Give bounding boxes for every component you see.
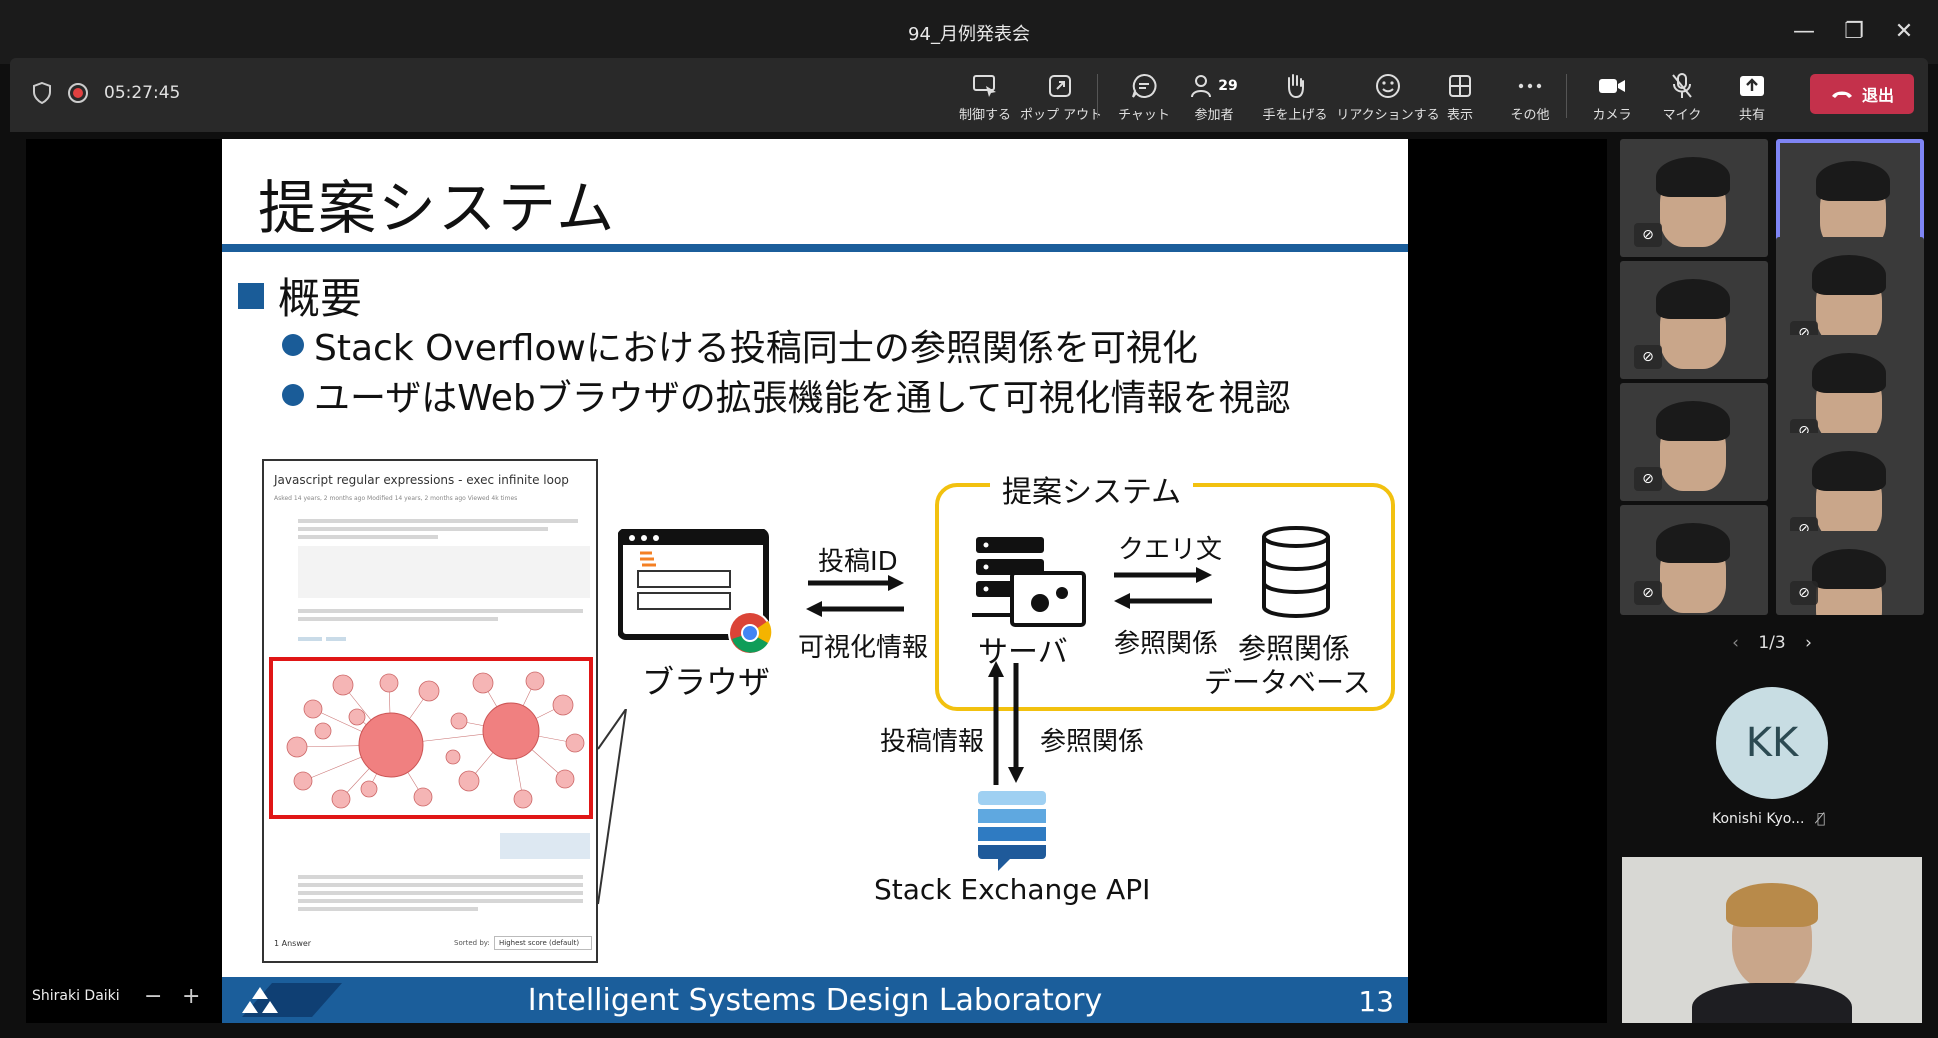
share-button[interactable]: 共有 [1712,70,1792,123]
people-icon [1191,75,1212,98]
grid-icon [1449,75,1471,97]
zoom-in-button[interactable]: + [182,984,200,1009]
participant-video[interactable]: ⊘ [1620,505,1768,615]
api-label: Stack Exchange API [874,873,1151,906]
reference-graph [286,671,585,809]
mic-off-icon [1672,73,1692,98]
chat-icon [1132,73,1157,98]
pop-out-icon [1049,75,1071,97]
close-button[interactable]: ✕ [1886,14,1922,50]
smiley-icon [1376,74,1400,98]
bullet-item: ユーザはWebブラウザの拡張機能を通して可視化情報を視認 [282,369,1291,421]
recording-icon [68,83,88,103]
participant-video[interactable]: ⊘ [1620,383,1768,501]
participant-video[interactable]: ⊘ [1620,139,1768,257]
pager-text: 1/3 [1758,633,1786,653]
participants-button[interactable]: 29 参加者 [1174,70,1254,123]
participant-pager: ‹ 1/3 › [1620,633,1924,653]
chevron-left-icon[interactable]: ‹ [1732,633,1739,653]
database-icon [1262,526,1330,618]
bidirectional-arrows [806,575,904,617]
slide-title: 提案システム [258,174,617,242]
participant-strip: ⊘ ⊘ ⊘ ⊘ ⊘ ⊘ ⊘ ⊘ ‹ 1/3 › KK Konishi Kyo..… [1620,139,1924,1023]
camera-icon [1599,79,1625,93]
browser-label: ブラウザ [642,663,771,701]
callout-wedge [598,709,627,905]
question-title: Javascript regular expressions - exec in… [274,473,569,487]
take-control-button[interactable]: 制御する [945,70,1025,123]
zoom-out-button[interactable]: − [144,984,162,1009]
title-bar: 94_月例発表会 — ❐ ✕ [0,0,1938,64]
raise-hand-button[interactable]: 手を上げる [1255,70,1335,123]
pop-out-button[interactable]: ポップ アウト [1020,70,1102,123]
round-bullet-icon [282,334,304,356]
title-underline [222,244,1408,252]
more-button[interactable]: その他 [1490,70,1570,123]
minimize-button[interactable]: — [1786,14,1822,50]
shared-slide: 提案システム 概要 Stack Overflowにおける投稿同士の参照関係を可視… [222,139,1408,1023]
participant-video[interactable]: ⊘ [1776,531,1924,615]
mic-off-icon: ⊘ [1790,581,1818,605]
post-info-label: 投稿情報 [880,727,985,757]
mic-off-icon: 🎙̸ [1816,811,1826,827]
question-meta: Asked 14 years, 2 months ago Modified 14… [274,495,518,502]
sort-label: Sorted by: [454,939,490,947]
presenter-name: Shiraki Daiki [32,988,120,1004]
post-id-label: 投稿ID [818,547,898,577]
answers-count: 1 Answer [274,939,312,948]
camera-button[interactable]: カメラ [1572,70,1652,123]
slide-heading: 概要 [238,265,362,326]
relation-back-label: 参照関係 [1114,629,1219,659]
window-title: 94_月例発表会 [908,24,1030,45]
reference-graph-highlight [269,657,593,819]
query-arrows [1114,567,1212,609]
avatar-name: Konishi Kyo... 🎙̸ [1712,811,1826,827]
meeting-timer: 05:27:45 [104,83,181,103]
relation-api-label: 参照関係 [1040,727,1145,757]
vis-info-label: 可視化情報 [798,633,929,663]
api-arrows [988,661,1024,785]
meeting-toolbar: 05:27:45 制御する ポップ アウト チャット 29 参加者 手を上げる … [10,58,1928,132]
code-block [298,546,590,598]
participants-count: 29 [1218,78,1238,94]
slide-footer: Intelligent Systems Design Laboratory 13 [222,977,1408,1023]
footer-lab-name: Intelligent Systems Design Laboratory [527,983,1103,1018]
stackoverflow-screenshot: Javascript regular expressions - exec in… [262,459,598,963]
square-bullet-icon [238,282,264,309]
mic-off-icon: ⊘ [1634,223,1662,247]
stack-exchange-icon [978,791,1046,871]
leave-button[interactable]: 退出 [1810,74,1914,114]
browser-icon [618,529,772,655]
server-icon [972,537,1086,627]
participant-video[interactable]: ⊘ [1620,261,1768,379]
shield-icon [33,82,51,104]
chat-button[interactable]: チャット [1104,70,1184,123]
bullet-item: Stack Overflowにおける投稿同士の参照関係を可視化 [282,319,1198,371]
slide-page-number: 13 [1358,985,1394,1018]
restore-button[interactable]: ❐ [1836,14,1872,50]
hand-icon [1288,74,1304,99]
mic-off-icon: ⊘ [1634,345,1662,369]
hang-up-icon [1831,91,1852,98]
mic-off-icon: ⊘ [1634,467,1662,491]
mic-button[interactable]: マイク [1642,70,1722,123]
view-button[interactable]: 表示 [1420,70,1500,123]
more-icon [1518,83,1542,89]
db-label-2: データベース [1204,666,1371,699]
avatar[interactable]: KK [1716,687,1828,799]
system-frame-label: 提案システム [990,467,1194,511]
take-control-icon [973,75,996,97]
self-video[interactable] [1622,857,1922,1023]
round-bullet-icon [282,384,304,406]
query-label: クエリ文 [1118,535,1223,565]
mic-off-icon: ⊘ [1634,581,1662,605]
sort-select: Highest score (default) [494,936,592,950]
share-icon [1740,76,1764,96]
chevron-right-icon[interactable]: › [1805,633,1812,653]
